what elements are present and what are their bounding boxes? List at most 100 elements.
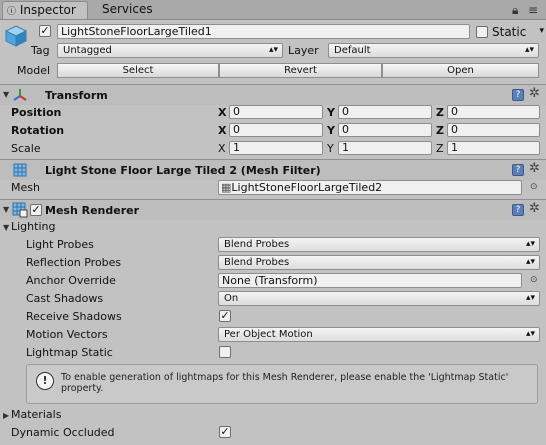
dynamic-occluded-checkbox[interactable]: ✓ xyxy=(219,426,231,438)
model-open-button[interactable]: Open xyxy=(382,63,539,78)
help-icon[interactable]: ? xyxy=(512,204,524,216)
tab-inspector-label: Inspector xyxy=(19,3,76,17)
scale-x-axis-label[interactable]: X xyxy=(218,142,226,155)
check-mark: ✓ xyxy=(220,309,230,322)
model-select-button[interactable]: Select xyxy=(57,63,219,78)
cast-shadows-value: On xyxy=(224,293,239,304)
layer-value: Default xyxy=(334,45,371,56)
tag-label: Tag xyxy=(31,44,50,57)
anchor-override-label: Anchor Override xyxy=(26,274,116,287)
info-icon: ! xyxy=(36,372,54,390)
mesh-object-field[interactable]: ▦LightStoneFloorLargeTiled2 xyxy=(218,180,522,195)
lightmap-static-label: Lightmap Static xyxy=(26,346,113,359)
scale-label: Scale xyxy=(11,142,41,155)
light-probes-dropdown[interactable]: Blend Probes ▴▾ xyxy=(218,237,540,252)
scale-y-axis-label[interactable]: Y xyxy=(327,142,334,155)
position-x-axis-label[interactable]: X xyxy=(218,106,226,119)
dropdown-arrow-icon: ▴▾ xyxy=(524,45,534,55)
model-label: Model xyxy=(17,64,51,77)
transform-axes-icon xyxy=(12,87,28,103)
receive-shadows-checkbox[interactable]: ✓ xyxy=(219,310,231,322)
mesh-label: Mesh xyxy=(11,181,40,194)
rotation-z-axis-label[interactable]: Z xyxy=(436,124,444,137)
help-mark: ? xyxy=(515,90,521,100)
info-mark: ! xyxy=(42,374,48,387)
lightmap-info-message: To enable generation of lightmaps for th… xyxy=(61,372,509,394)
mesh-renderer-enabled-checkbox[interactable]: ✓ xyxy=(30,204,42,216)
cast-shadows-label: Cast Shadows xyxy=(26,292,104,305)
mesh-filter-title: Light Stone Floor Large Tiled 2 (Mesh Fi… xyxy=(45,164,321,177)
gear-icon[interactable]: ✲ xyxy=(529,162,540,175)
scale-z-axis-label[interactable]: Z xyxy=(436,142,444,155)
dropdown-arrow-icon: ▴▾ xyxy=(525,293,535,303)
rotation-label: Rotation xyxy=(11,124,65,137)
lightmap-static-checkbox[interactable] xyxy=(219,346,231,358)
gear-icon[interactable]: ✲ xyxy=(529,87,540,100)
menu-icon[interactable]: ≡ xyxy=(528,3,538,17)
materials-foldout-arrow-icon[interactable]: ▶ xyxy=(3,411,9,420)
object-picker-icon[interactable]: ⊙ xyxy=(530,182,538,192)
lighting-foldout-arrow-icon[interactable]: ▼ xyxy=(3,223,9,232)
position-z-input[interactable]: 0 xyxy=(447,105,540,119)
object-name-input[interactable]: LightStoneFloorLargeTiled1 xyxy=(57,24,470,39)
layer-label: Layer xyxy=(288,44,319,57)
dropdown-arrow-icon: ▴▾ xyxy=(525,329,535,339)
foldout-arrow-icon[interactable]: ▼ xyxy=(3,205,9,214)
tag-value: Untagged xyxy=(63,45,112,56)
lock-icon[interactable]: 🔒︎ xyxy=(512,3,518,18)
lighting-label[interactable]: Lighting xyxy=(11,220,55,233)
light-probes-value: Blend Probes xyxy=(224,239,290,250)
help-mark: ? xyxy=(515,205,521,215)
position-label: Position xyxy=(11,106,62,119)
materials-label[interactable]: Materials xyxy=(11,408,61,421)
rotation-y-axis-label[interactable]: Y xyxy=(327,124,335,137)
dynamic-occluded-label: Dynamic Occluded xyxy=(11,426,115,439)
position-y-input[interactable]: 0 xyxy=(338,105,432,119)
rotation-x-input[interactable]: 0 xyxy=(229,123,323,137)
anchor-override-field[interactable]: None (Transform) xyxy=(218,273,522,288)
dropdown-arrow-icon: ▴▾ xyxy=(525,257,535,267)
scale-y-input[interactable]: 1 xyxy=(338,141,432,155)
motion-vectors-value: Per Object Motion xyxy=(224,329,313,340)
help-icon[interactable]: ? xyxy=(512,164,524,176)
scale-x-input[interactable]: 1 xyxy=(229,141,323,155)
help-mark: ? xyxy=(515,165,521,175)
mesh-filter-grid-icon xyxy=(13,163,27,177)
reflection-probes-dropdown[interactable]: Blend Probes ▴▾ xyxy=(218,255,540,270)
check-mark: ✓ xyxy=(40,24,50,37)
tag-dropdown[interactable]: Untagged ▴▾ xyxy=(57,43,283,58)
static-checkbox[interactable] xyxy=(476,26,488,38)
position-x-input[interactable]: 0 xyxy=(229,105,323,119)
receive-shadows-label: Receive Shadows xyxy=(26,310,122,323)
reflection-probes-label: Reflection Probes xyxy=(26,256,122,269)
scale-z-input[interactable]: 1 xyxy=(447,141,540,155)
gear-icon[interactable]: ✲ xyxy=(529,202,540,215)
check-mark: ✓ xyxy=(31,203,41,216)
active-checkbox[interactable]: ✓ xyxy=(39,25,51,37)
tab-services[interactable]: Services xyxy=(92,1,172,19)
model-revert-button[interactable]: Revert xyxy=(219,63,382,78)
static-label: Static xyxy=(492,25,527,39)
gameobject-cube-icon xyxy=(4,24,28,48)
static-dropdown[interactable]: ▾ xyxy=(535,25,544,40)
transform-title: Transform xyxy=(45,89,108,102)
layer-dropdown[interactable]: Default ▴▾ xyxy=(328,43,539,58)
check-mark: ✓ xyxy=(220,425,230,438)
mesh-asset-icon: ▦ xyxy=(221,181,232,194)
mesh-renderer-title: Mesh Renderer xyxy=(45,204,140,217)
rotation-z-input[interactable]: 0 xyxy=(447,123,540,137)
motion-vectors-dropdown[interactable]: Per Object Motion ▴▾ xyxy=(218,327,540,342)
dropdown-arrow-icon: ▴▾ xyxy=(525,239,535,249)
lock-small-icon: ⓘ xyxy=(7,7,17,17)
mesh-value: LightStoneFloorLargeTiled2 xyxy=(231,181,383,194)
help-icon[interactable]: ? xyxy=(512,89,524,101)
object-picker-icon[interactable]: ⊙ xyxy=(530,275,538,285)
tab-inspector[interactable]: ⓘ Inspector xyxy=(2,1,88,19)
position-y-axis-label[interactable]: Y xyxy=(327,106,335,119)
cast-shadows-dropdown[interactable]: On ▴▾ xyxy=(218,291,540,306)
rotation-x-axis-label[interactable]: X xyxy=(218,124,226,137)
tab-services-label: Services xyxy=(102,2,153,16)
foldout-arrow-icon[interactable]: ▼ xyxy=(3,90,9,99)
position-z-axis-label[interactable]: Z xyxy=(436,106,444,119)
rotation-y-input[interactable]: 0 xyxy=(338,123,432,137)
